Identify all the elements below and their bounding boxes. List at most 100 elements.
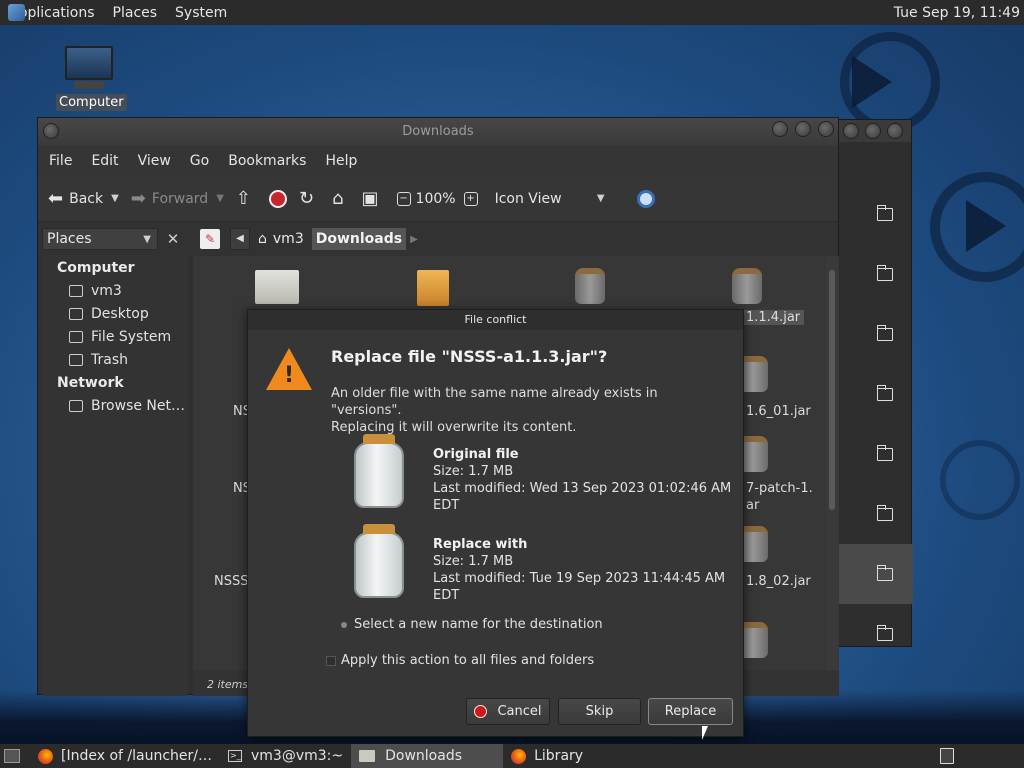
computer-button[interactable]: ▣: [362, 188, 385, 209]
stop-icon: [269, 189, 287, 208]
zoom-in-icon[interactable]: +: [463, 191, 478, 206]
folder-icon: [876, 564, 893, 581]
drive-icon: [69, 330, 83, 343]
places-selector[interactable]: Places ▼: [42, 228, 158, 250]
task-firefox-index[interactable]: [Index of /launcher/…: [30, 744, 220, 768]
chevron-down-icon: ▼: [596, 193, 605, 204]
applications-icon[interactable]: [8, 4, 25, 21]
minimize-button[interactable]: [772, 121, 788, 137]
zoom-control[interactable]: − 100% +: [396, 191, 483, 207]
view-mode-select[interactable]: Icon View ▼: [495, 191, 605, 207]
breadcrumb-vm3[interactable]: ⌂ vm3: [254, 228, 308, 250]
dialog-title[interactable]: File conflict: [248, 310, 743, 330]
cancel-icon: [474, 705, 488, 718]
jar-file-icon[interactable]: [732, 268, 762, 304]
task-terminal[interactable]: >_ vm3@vm3:~: [220, 744, 351, 768]
desktop-computer-icon[interactable]: Computer: [56, 46, 127, 111]
trash-icon[interactable]: [940, 748, 954, 764]
list-item[interactable]: [839, 304, 913, 364]
firefox-icon: [511, 748, 527, 764]
chevron-down-icon[interactable]: ▼: [216, 193, 224, 204]
menu-view[interactable]: View: [138, 153, 171, 169]
task-library[interactable]: Library: [503, 744, 591, 768]
dialog-message: An older file with the same name already…: [331, 386, 658, 435]
folder-icon[interactable]: [255, 270, 299, 304]
sidebar-item-file-system[interactable]: File System: [42, 325, 188, 348]
zoom-out-icon[interactable]: −: [396, 191, 411, 206]
rename-expander[interactable]: Select a new name for the destination: [341, 617, 603, 632]
list-item[interactable]: [839, 184, 913, 244]
folder-icon: [876, 504, 893, 521]
menu-go[interactable]: Go: [190, 153, 209, 169]
show-desktop-icon[interactable]: [4, 749, 20, 763]
edit-location-icon[interactable]: ✎: [200, 229, 220, 249]
view-mode-label: Icon View: [494, 190, 562, 207]
jar-file-icon[interactable]: [575, 268, 605, 304]
list-item[interactable]: [839, 484, 913, 544]
checkbox-icon: [326, 655, 336, 666]
breadcrumb-back-icon[interactable]: ◀: [230, 228, 250, 250]
list-item[interactable]: [839, 364, 913, 424]
list-item[interactable]: [839, 424, 913, 484]
clock[interactable]: Tue Sep 19, 11:49: [894, 5, 1024, 21]
sidebar-item-desktop[interactable]: Desktop: [42, 302, 188, 325]
background-window[interactable]: [838, 119, 913, 647]
original-file-title: Original file: [433, 447, 519, 462]
menu-system[interactable]: System: [166, 5, 236, 21]
menu-bookmarks[interactable]: Bookmarks: [228, 153, 306, 169]
stop-button[interactable]: [269, 189, 287, 208]
file-label[interactable]: 1.6_01.jar: [746, 404, 811, 419]
breadcrumb-downloads[interactable]: Downloads: [311, 228, 407, 250]
menu-places[interactable]: Places: [104, 5, 167, 21]
original-file-size: Size: 1.7 MB: [433, 464, 514, 479]
reload-button[interactable]: ↻: [299, 188, 320, 209]
file-label[interactable]: 7-patch-1.: [746, 481, 813, 496]
reload-icon: ↻: [299, 188, 315, 209]
original-file-info: Original file Size: 1.7 MB Last modified…: [433, 446, 743, 514]
replacement-file-info: Replace with Size: 1.7 MB Last modified:…: [433, 536, 743, 604]
window-menu-button[interactable]: [43, 123, 59, 139]
close-button[interactable]: [818, 121, 834, 137]
menu-file[interactable]: File: [49, 153, 72, 169]
apply-all-checkbox[interactable]: Apply this action to all files and folde…: [326, 653, 594, 668]
forward-button[interactable]: ➡ Forward ▼: [131, 188, 224, 209]
toolbar: ⬅ Back ▼ ➡ Forward ▼ ⇧ ↻ ⌂ ▣ − 100% + Ic…: [38, 176, 838, 222]
window-button[interactable]: [865, 123, 881, 139]
maximize-button[interactable]: [795, 121, 811, 137]
up-button[interactable]: ⇧: [236, 188, 257, 209]
sidebar-item-browse-network[interactable]: Browse Net…: [42, 394, 188, 417]
replace-button[interactable]: Replace: [648, 698, 733, 725]
list-item[interactable]: [839, 244, 913, 304]
chevron-down-icon[interactable]: ▼: [111, 193, 119, 204]
window-titlebar[interactable]: Downloads: [38, 118, 838, 146]
window-button[interactable]: [843, 123, 859, 139]
cancel-button[interactable]: Cancel: [466, 698, 550, 725]
task-downloads[interactable]: Downloads: [351, 744, 504, 768]
sidebar-item-vm3[interactable]: vm3: [42, 279, 188, 302]
menu-help[interactable]: Help: [325, 153, 357, 169]
home-button[interactable]: ⌂: [332, 188, 349, 209]
window-button[interactable]: [887, 123, 903, 139]
breadcrumb-forward-icon[interactable]: ▶: [410, 234, 418, 245]
list-item[interactable]: [839, 604, 913, 664]
skip-button[interactable]: Skip: [558, 698, 641, 725]
close-sidebar-icon[interactable]: ✕: [162, 230, 184, 248]
file-label[interactable]: ar: [746, 498, 759, 513]
file-label[interactable]: 1.8_02.jar: [746, 574, 811, 589]
search-icon[interactable]: [636, 189, 655, 208]
sidebar-item-trash[interactable]: Trash: [42, 348, 188, 371]
menu-edit[interactable]: Edit: [91, 153, 118, 169]
top-panel: Applications Places System Tue Sep 19, 1…: [0, 0, 1024, 25]
back-button[interactable]: ⬅ Back ▼: [48, 188, 119, 209]
folder-icon: [876, 204, 893, 221]
original-jar-icon: [354, 434, 404, 508]
chevron-down-icon: ▼: [143, 233, 151, 245]
scrollbar-thumb[interactable]: [829, 270, 835, 510]
replacement-file-modified: Last modified: Tue 19 Sep 2023 11:44:45 …: [433, 571, 726, 603]
package-icon[interactable]: [417, 270, 449, 306]
file-label[interactable]: 1.1.4.jar: [742, 310, 805, 325]
folder-icon: [876, 624, 893, 641]
list-item[interactable]: [839, 544, 913, 604]
original-file-modified: Last modified: Wed 13 Sep 2023 01:02:46 …: [433, 481, 732, 513]
file-view-scrollbar[interactable]: [826, 256, 838, 670]
